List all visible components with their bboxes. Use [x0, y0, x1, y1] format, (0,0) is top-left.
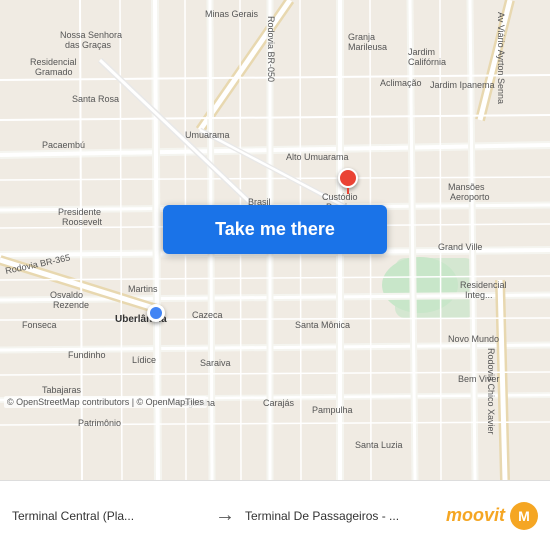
- bottom-bar: Terminal Central (Pla... → Terminal De P…: [0, 480, 550, 550]
- svg-text:Rodovia BR-050: Rodovia BR-050: [266, 16, 276, 82]
- moovit-text: moovit: [446, 505, 505, 526]
- moovit-icon: M: [510, 502, 538, 530]
- svg-text:Aclimação: Aclimação: [380, 78, 422, 88]
- svg-text:Aeroporto: Aeroporto: [450, 192, 490, 202]
- destination-marker: [338, 168, 358, 194]
- svg-text:das Graças: das Graças: [65, 40, 112, 50]
- route-from-label: Terminal Central (Pla...: [12, 509, 134, 523]
- svg-text:Alto Umuarama: Alto Umuarama: [286, 152, 349, 162]
- svg-text:Santa Mônica: Santa Mônica: [295, 320, 350, 330]
- svg-text:Marileusa: Marileusa: [348, 42, 387, 52]
- svg-text:Santa Luzia: Santa Luzia: [355, 440, 403, 450]
- svg-text:Tabajaras: Tabajaras: [42, 385, 82, 395]
- map-attribution: © OpenStreetMap contributors | © OpenMap…: [4, 396, 207, 408]
- svg-text:Av Viário Ayrton Senna: Av Viário Ayrton Senna: [496, 12, 506, 104]
- svg-text:Cazeca: Cazeca: [192, 310, 223, 320]
- svg-text:Saraiva: Saraiva: [200, 358, 231, 368]
- svg-text:Rezende: Rezende: [53, 300, 89, 310]
- svg-text:Novo Mundo: Novo Mundo: [448, 334, 499, 344]
- moovit-icon-letter: M: [518, 508, 530, 524]
- route-to: Terminal De Passageiros - ...: [245, 509, 438, 523]
- route-arrow: →: [205, 504, 245, 527]
- svg-text:Roosevelt: Roosevelt: [62, 217, 103, 227]
- svg-text:Nossa Senhora: Nossa Senhora: [60, 30, 122, 40]
- svg-text:Califórnia: Califórnia: [408, 57, 446, 67]
- svg-text:Lídice: Lídice: [132, 355, 156, 365]
- svg-text:Pampulha: Pampulha: [312, 405, 353, 415]
- map-container: Minas Gerais Granja Marileusa Aclimação …: [0, 0, 550, 480]
- svg-text:Santa Rosa: Santa Rosa: [72, 94, 119, 104]
- svg-text:Fundinho: Fundinho: [68, 350, 106, 360]
- svg-text:Osvaldo: Osvaldo: [50, 290, 83, 300]
- origin-marker: [147, 304, 165, 322]
- svg-text:Gramado: Gramado: [35, 67, 73, 77]
- svg-text:Rodovia Chico Xavier: Rodovia Chico Xavier: [486, 348, 496, 435]
- svg-text:Pacaembú: Pacaembú: [42, 140, 85, 150]
- svg-text:Martins: Martins: [128, 284, 158, 294]
- svg-text:Integ...: Integ...: [465, 290, 493, 300]
- svg-text:Fonseca: Fonseca: [22, 320, 57, 330]
- svg-text:Presidente: Presidente: [58, 207, 101, 217]
- svg-text:Jardim: Jardim: [408, 47, 435, 57]
- svg-text:Grand Ville: Grand Ville: [438, 242, 482, 252]
- svg-text:Jardim Ipanema: Jardim Ipanema: [430, 80, 495, 90]
- svg-text:Minas Gerais: Minas Gerais: [205, 9, 259, 19]
- svg-text:Mansões: Mansões: [448, 182, 485, 192]
- svg-text:Patrimônio: Patrimônio: [78, 418, 121, 428]
- svg-text:Granja: Granja: [348, 32, 375, 42]
- svg-text:Residencial: Residencial: [460, 280, 507, 290]
- route-to-label: Terminal De Passageiros - ...: [245, 509, 399, 523]
- svg-text:Residencial: Residencial: [30, 57, 77, 67]
- take-me-there-button[interactable]: Take me there: [163, 205, 387, 254]
- svg-text:Umuarama: Umuarama: [185, 130, 230, 140]
- moovit-logo: moovit M: [446, 502, 538, 530]
- svg-text:Carajás: Carajás: [263, 398, 295, 408]
- route-from: Terminal Central (Pla...: [12, 509, 205, 523]
